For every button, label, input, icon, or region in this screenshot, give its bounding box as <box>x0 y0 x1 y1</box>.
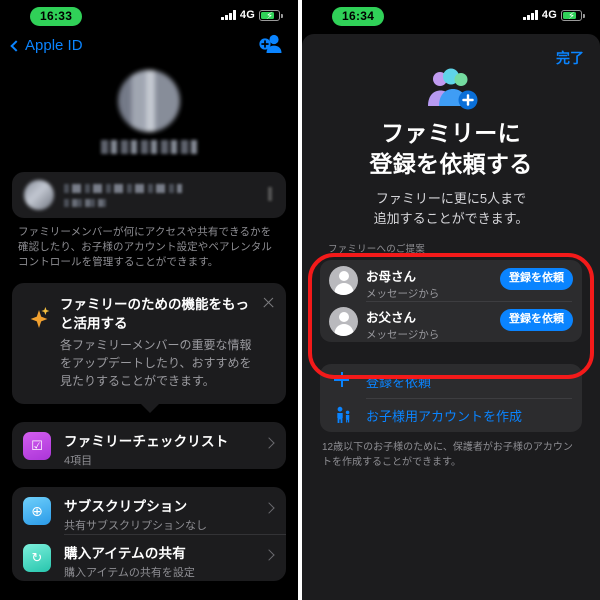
checklist-card: ☑ ファミリーチェックリスト 4項目 <box>12 422 286 469</box>
sharing-card: ⊕ サブスクリプション 共有サブスクリプションなし ↻ 購入アイテムの共有 購入… <box>12 487 286 581</box>
checklist-icon: ☑ <box>23 432 51 460</box>
suggestions-card: お母さん メッセージから 登録を依頼 お父さん メッセージから 登録を依頼 <box>320 260 582 342</box>
sheet-subtitle-line2: 追加することができます。 <box>373 211 529 226</box>
settings-row-title: ファミリーチェックリスト <box>64 434 229 449</box>
clock: 16:33 <box>30 7 83 26</box>
sheet-title-line2: 登録を依頼する <box>369 151 533 177</box>
suggestion-row[interactable]: お母さん メッセージから 登録を依頼 <box>320 260 582 301</box>
status-indicators: 4G ⚡ <box>523 9 585 22</box>
clock: 16:34 <box>332 7 385 26</box>
back-button[interactable]: Apple ID <box>10 37 83 54</box>
screenshot-stage: 16:33 4G ⚡ Apple ID ファミリーメンバーが何にアクセスや共有で… <box>0 0 600 600</box>
promo-body: 各ファミリーメンバーの重要な情報をアップデートしたり、おすすめを見たりすることが… <box>60 338 252 388</box>
invite-button[interactable]: 登録を依頼 <box>500 309 573 331</box>
promo-tail <box>140 403 160 413</box>
settings-row-title: サブスクリプション <box>64 499 188 514</box>
action-row-invite[interactable]: 登録を依頼 <box>320 364 582 398</box>
signal-bars-icon <box>221 10 236 20</box>
settings-row-purchase-sharing[interactable]: ↻ 購入アイテムの共有 購入アイテムの共有を設定 <box>12 534 286 581</box>
invite-button[interactable]: 登録を依頼 <box>500 268 573 290</box>
navigation-bar: Apple ID <box>0 34 298 62</box>
sparkles-icon <box>30 307 50 328</box>
promo-title: ファミリーのための機能をもっと活用する <box>60 297 249 331</box>
action-label: お子様用アカウントを作成 <box>366 408 523 424</box>
person-placeholder-icon <box>329 307 358 336</box>
add-person-icon <box>259 34 282 53</box>
close-icon[interactable] <box>262 296 275 309</box>
left-phone-screen: 16:33 4G ⚡ Apple ID ファミリーメンバーが何にアクセスや共有で… <box>0 0 298 600</box>
family-description-footnote: ファミリーメンバーが何にアクセスや共有できるかを確認したり、お子様のアカウント設… <box>18 226 272 268</box>
action-label: 登録を依頼 <box>366 374 432 390</box>
blurred-trailing-detail <box>268 187 272 201</box>
action-row-child-account[interactable]: お子様用アカウントを作成 <box>320 398 582 432</box>
family-hero <box>0 62 298 154</box>
invite-sheet: 完了 ファミリーに 登録を依頼する ファミリーに更に5人まで 追加することができ… <box>302 34 600 600</box>
person-placeholder-icon <box>329 266 358 295</box>
child-account-icon <box>334 406 352 424</box>
blurred-member-subtitle <box>64 199 106 207</box>
suggestions-section-label: ファミリーへのご提案 <box>328 244 426 255</box>
promo-card[interactable]: ファミリーのための機能をもっと活用する 各ファミリーメンバーの重要な情報をアップ… <box>12 283 286 413</box>
blurred-avatar <box>118 70 180 132</box>
right-phone-screen: 16:34 4G ⚡ 完了 ファミリーに 登録を依頼する ファミリーに更に5人ま… <box>302 0 600 600</box>
status-bar-left: 16:33 4G ⚡ <box>0 0 298 34</box>
signal-bars-icon <box>523 10 538 20</box>
network-type-label: 4G <box>541 9 557 21</box>
family-member-row[interactable] <box>12 172 286 218</box>
done-button[interactable]: 完了 <box>556 48 584 68</box>
suggestion-row[interactable]: お父さん メッセージから 登録を依頼 <box>320 301 582 342</box>
settings-row-subscription[interactable]: ⊕ サブスクリプション 共有サブスクリプションなし <box>12 487 286 534</box>
blurred-member-name <box>64 184 182 193</box>
sheet-subtitle-line1: ファミリーに更に5人まで <box>375 191 527 206</box>
sheet-title: ファミリーに 登録を依頼する <box>302 118 600 180</box>
back-button-label: Apple ID <box>25 37 83 54</box>
settings-row-subtitle: 共有サブスクリプションなし <box>64 520 207 532</box>
network-type-label: 4G <box>239 9 255 21</box>
add-person-button[interactable] <box>258 32 284 61</box>
battery-charging-icon: ⚡ <box>561 9 585 22</box>
status-bar-right: 16:34 4G ⚡ <box>302 0 600 34</box>
settings-row-checklist[interactable]: ☑ ファミリーチェックリスト 4項目 <box>12 422 286 469</box>
chevron-left-icon <box>10 39 22 52</box>
blurred-family-name <box>101 140 197 154</box>
sheet-subtitle: ファミリーに更に5人まで 追加することができます。 <box>302 189 600 229</box>
subscription-icon: ⊕ <box>23 497 51 525</box>
battery-charging-icon: ⚡ <box>259 9 283 22</box>
status-indicators: 4G ⚡ <box>221 9 283 22</box>
purchase-sharing-icon: ↻ <box>23 544 51 572</box>
sheet-title-line1: ファミリーに <box>381 120 521 146</box>
child-account-footnote: 12歳以下のお子様のために、保護者がお子様のアカウントを作成することができます。 <box>322 442 573 468</box>
settings-row-subtitle: 購入アイテムの共有を設定 <box>64 567 195 579</box>
family-add-icon <box>422 68 480 110</box>
plus-icon <box>334 372 352 390</box>
settings-row-subtitle: 4項目 <box>64 455 93 467</box>
settings-row-title: 購入アイテムの共有 <box>64 546 186 561</box>
actions-card: 登録を依頼 お子様用アカウントを作成 <box>320 364 582 432</box>
blurred-member-avatar <box>24 180 54 210</box>
